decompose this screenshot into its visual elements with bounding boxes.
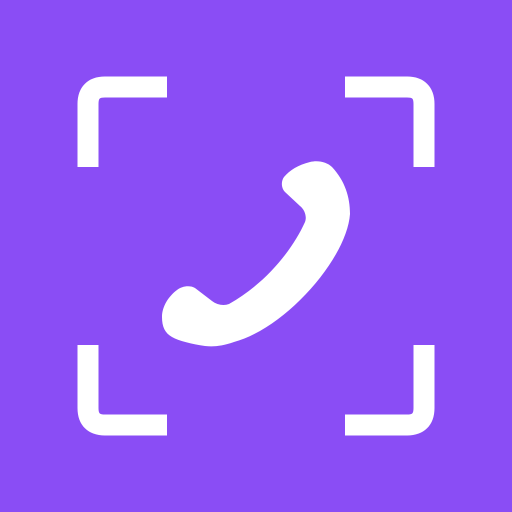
scan-corner-top-right-icon xyxy=(345,76,435,167)
phone-handset-icon xyxy=(162,161,350,347)
scan-corner-top-left-icon xyxy=(77,76,167,167)
scan-corner-bottom-right-icon xyxy=(345,345,435,436)
scan-corner-bottom-left-icon xyxy=(77,345,167,436)
phone-scan-app-icon xyxy=(0,0,512,512)
phone-scan-icon xyxy=(77,76,435,436)
